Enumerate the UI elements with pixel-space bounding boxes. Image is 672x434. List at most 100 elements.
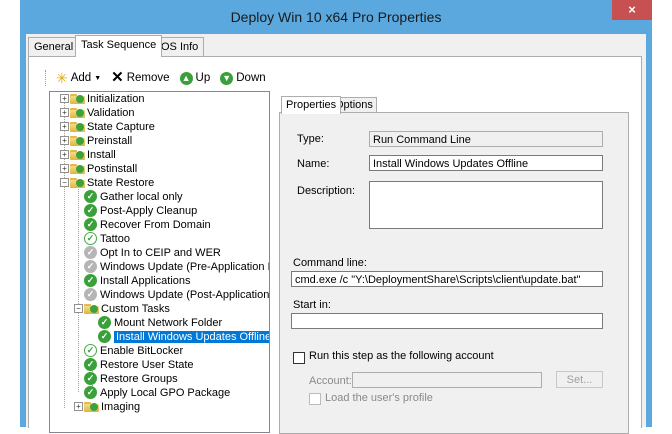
- expander-custom-tasks[interactable]: −: [74, 304, 83, 313]
- toolbar: ✳ Add ▼ ✕ Remove ▲ Up ▼ Down: [45, 69, 272, 87]
- run-as-checkbox[interactable]: [293, 352, 305, 364]
- run-as-label: Run this step as the following account: [309, 350, 494, 362]
- remove-x-icon: ✕: [111, 69, 124, 86]
- tree-node-windows-update-pre[interactable]: ✓ Windows Update (Pre-Application Instal…: [84, 260, 269, 273]
- tree-line: [78, 186, 79, 392]
- disabled-step-icon: ✓: [84, 246, 97, 259]
- expander-validation[interactable]: +: [60, 108, 69, 117]
- expander-imaging[interactable]: +: [74, 402, 83, 411]
- tree-node-recover-from-domain[interactable]: ✓ Recover From Domain: [84, 218, 211, 231]
- tree-node-install-windows-updates-offline[interactable]: ✓ Install Windows Updates Offline: [98, 330, 269, 343]
- expander-postinstall[interactable]: +: [60, 164, 69, 173]
- tree-node-label: Install Applications: [100, 274, 191, 287]
- expander-state-capture[interactable]: +: [60, 122, 69, 131]
- tree-node-state-restore[interactable]: State Restore: [70, 176, 154, 189]
- command-line-field[interactable]: cmd.exe /c "Y:\DeploymentShare\Scripts\c…: [291, 271, 603, 287]
- folder-check-icon: [84, 303, 99, 314]
- title-bar[interactable]: Deploy Win 10 x64 Pro Properties ×: [20, 0, 652, 34]
- tree-node-custom-tasks[interactable]: Custom Tasks: [84, 302, 170, 315]
- set-button[interactable]: Set...: [556, 371, 603, 388]
- remove-label: Remove: [126, 72, 170, 84]
- tree-node-label: State Restore: [87, 176, 155, 189]
- add-button[interactable]: ✳ Add ▼: [56, 71, 101, 85]
- check-icon: ✓: [98, 330, 111, 343]
- tree-node-label: Restore Groups: [100, 372, 178, 385]
- tree-node-tattoo[interactable]: ✓ Tattoo: [84, 232, 130, 245]
- disabled-step-icon: ✓: [84, 288, 97, 301]
- tree-node-initialization[interactable]: Initialization: [70, 92, 144, 105]
- tree-node-mount-network-folder[interactable]: ✓ Mount Network Folder: [98, 316, 222, 329]
- tree-node-install[interactable]: Install: [70, 148, 116, 161]
- tree-node-label: Mount Network Folder: [114, 316, 223, 329]
- tree-node-enable-bitlocker[interactable]: ✓ Enable BitLocker: [84, 344, 183, 357]
- folder-check-icon: [70, 121, 85, 132]
- check-icon: ✓: [98, 316, 111, 329]
- tree-node-preinstall[interactable]: Preinstall: [70, 134, 132, 147]
- load-profile-checkbox[interactable]: [309, 393, 321, 405]
- up-button[interactable]: ▲ Up: [179, 71, 210, 85]
- command-line-label: Command line:: [293, 257, 367, 269]
- check-icon: ✓: [84, 372, 97, 385]
- expander-install[interactable]: +: [60, 150, 69, 159]
- tree-node-imaging[interactable]: Imaging: [84, 400, 140, 413]
- tree-node-apply-local-gpo[interactable]: ✓ Apply Local GPO Package: [84, 386, 230, 399]
- type-label: Type:: [297, 133, 324, 145]
- task-sequence-page: ✳ Add ▼ ✕ Remove ▲ Up ▼ Down + Initializ…: [28, 56, 642, 434]
- tree-node-validation[interactable]: Validation: [70, 106, 135, 119]
- tree-node-gather-local-only[interactable]: ✓ Gather local only: [84, 190, 183, 203]
- check-icon: ✓: [84, 190, 97, 203]
- close-button[interactable]: ×: [612, 0, 652, 20]
- folder-check-icon: [70, 93, 85, 104]
- start-in-field[interactable]: [291, 313, 603, 329]
- tree-node-install-applications[interactable]: ✓ Install Applications: [84, 274, 191, 287]
- tree-node-label: Enable BitLocker: [100, 344, 184, 357]
- properties-panel: Type: Run Command Line Name: Install Win…: [279, 112, 629, 434]
- type-field: Run Command Line: [369, 131, 603, 147]
- remove-button[interactable]: ✕ Remove: [111, 69, 170, 86]
- tab-os-info[interactable]: OS Info: [155, 37, 205, 56]
- tab-properties[interactable]: Properties: [281, 96, 342, 114]
- tree-node-label: Windows Update (Post-Application Install: [100, 288, 270, 301]
- folder-check-icon: [70, 135, 85, 146]
- tree-node-label: Validation: [87, 106, 135, 119]
- folder-check-icon: [70, 149, 85, 160]
- name-field[interactable]: Install Windows Updates Offline: [369, 155, 603, 171]
- expander-preinstall[interactable]: +: [60, 136, 69, 145]
- tree-node-label: Apply Local GPO Package: [100, 386, 231, 399]
- folder-check-icon: [70, 107, 85, 118]
- tree-node-post-apply-cleanup[interactable]: ✓ Post-Apply Cleanup: [84, 204, 197, 217]
- check-icon: ✓: [84, 274, 97, 287]
- tree-node-state-capture[interactable]: State Capture: [70, 120, 155, 133]
- start-in-label: Start in:: [293, 299, 331, 311]
- tree-node-label: Custom Tasks: [101, 302, 170, 315]
- down-arrow-icon: ▼: [220, 71, 234, 85]
- add-label: Add: [70, 72, 92, 84]
- tree-node-label: Imaging: [101, 400, 141, 413]
- folder-check-icon: [70, 177, 85, 188]
- name-label: Name:: [297, 158, 330, 170]
- check-outline-icon: ✓: [84, 344, 97, 357]
- tab-general[interactable]: General: [28, 37, 80, 56]
- down-button[interactable]: ▼ Down: [220, 71, 266, 85]
- add-star-icon: ✳: [56, 70, 68, 86]
- window-title: Deploy Win 10 x64 Pro Properties: [230, 9, 442, 25]
- tree-node-label: Opt In to CEIP and WER: [100, 246, 221, 259]
- toolbar-grip: [45, 70, 48, 86]
- description-field[interactable]: [369, 181, 603, 229]
- down-label: Down: [236, 72, 266, 84]
- tree-node-restore-user-state[interactable]: ✓ Restore User State: [84, 358, 194, 371]
- tree-node-postinstall[interactable]: Postinstall: [70, 162, 137, 175]
- expander-state-restore[interactable]: −: [60, 178, 69, 187]
- check-icon: ✓: [84, 218, 97, 231]
- tree-node-opt-in-ceip[interactable]: ✓ Opt In to CEIP and WER: [84, 246, 221, 259]
- tree-node-windows-update-post[interactable]: ✓ Windows Update (Post-Application Insta…: [84, 288, 270, 301]
- expander-initialization[interactable]: +: [60, 94, 69, 103]
- properties-window: Deploy Win 10 x64 Pro Properties × Gener…: [20, 0, 652, 434]
- tab-task-sequence[interactable]: Task Sequence: [75, 35, 163, 57]
- tree-node-label: Restore User State: [100, 358, 194, 371]
- tree-node-label: Postinstall: [87, 162, 138, 175]
- account-field[interactable]: [352, 372, 542, 388]
- account-label: Account:: [309, 375, 352, 387]
- task-sequence-tree[interactable]: + Initialization + Validation + State Ca…: [49, 91, 270, 433]
- tree-node-restore-groups[interactable]: ✓ Restore Groups: [84, 372, 178, 385]
